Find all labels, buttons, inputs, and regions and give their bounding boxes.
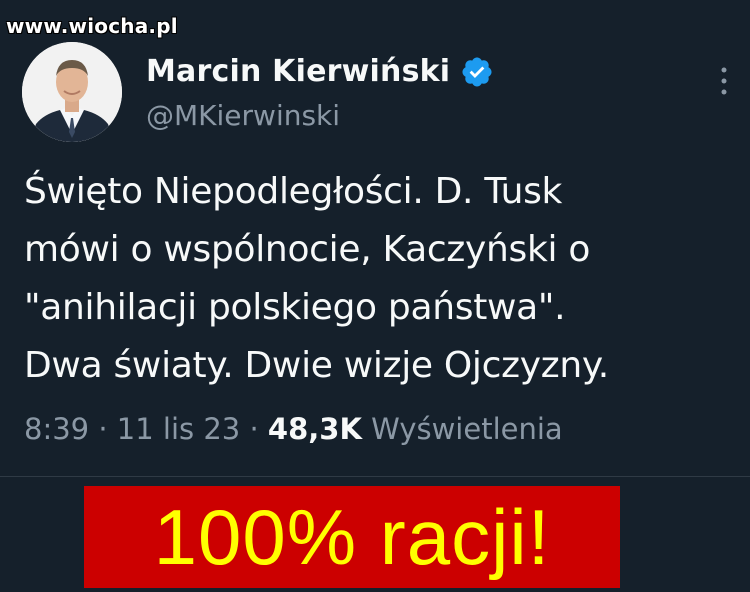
meta-separator: ·	[249, 412, 268, 446]
tweet-text-line: "anihilacji polskiego państwa".	[24, 287, 566, 328]
author-handle[interactable]: @MKierwinski	[146, 99, 340, 132]
tweet-time[interactable]: 8:39	[24, 412, 89, 446]
caption-banner-text: 100% racji!	[153, 492, 551, 581]
tweet-screenshot: www.wiocha.pl Marcin Kierwiński @MKierwi…	[0, 0, 750, 592]
tweet-text-line: mówi o wspólnocie, Kaczyński o	[24, 229, 591, 270]
tweet-text-line: Dwa światy. Dwie wizje Ojczyzny.	[24, 345, 609, 386]
author-display-name[interactable]: Marcin Kierwiński	[146, 54, 450, 89]
views-label: Wyświetlenia	[371, 412, 563, 446]
avatar-photo	[22, 42, 122, 142]
avatar[interactable]	[22, 42, 122, 142]
author-name-row: Marcin Kierwiński	[146, 54, 494, 89]
verified-badge-icon	[462, 56, 492, 87]
tweet-text-line: Święto Niepodległości. D. Tusk	[24, 171, 563, 212]
views-count[interactable]: 48,3K	[268, 412, 362, 446]
tweet-text: Święto Niepodległości. D. Tusk mówi o ws…	[24, 163, 734, 395]
tweet-date[interactable]: 11 lis 23	[117, 412, 240, 446]
caption-banner: 100% racji!	[84, 486, 620, 588]
tweet-meta-row: 8:39 · 11 lis 23 · 48,3K Wyświetlenia	[24, 412, 563, 446]
meta-separator: ·	[98, 412, 117, 446]
divider	[0, 476, 750, 477]
site-watermark: www.wiocha.pl	[6, 14, 178, 38]
more-vertical-icon[interactable]	[716, 64, 732, 98]
